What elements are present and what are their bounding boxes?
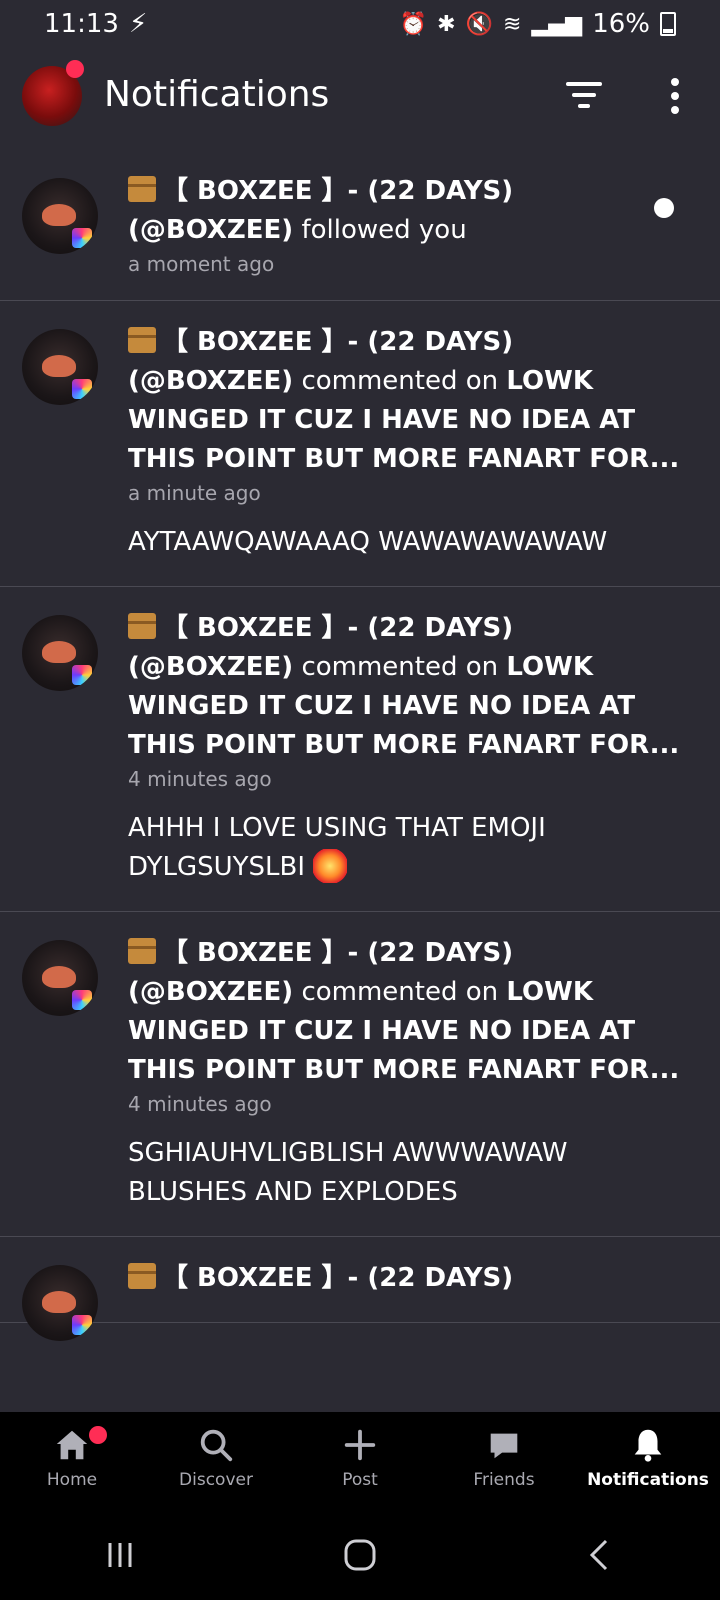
status-bar: 11:13 ⚡ ⏰ ✱ 🔇 ≋ ▂▄▆ 16% (0, 0, 720, 48)
notification-action: commented on (301, 366, 499, 396)
user-name: 【 BOXZEE 】- (22 DAYS) (162, 1263, 514, 1293)
user-name: 【 BOXZEE 】- (22 DAYS) (162, 613, 514, 643)
bell-icon (634, 1429, 662, 1462)
more-options-icon[interactable] (660, 76, 690, 116)
notification-text: 【 BOXZEE 】- (22 DAYS) (@BOXZEE) commente… (128, 934, 680, 1090)
notification-time: 4 minutes ago (128, 1092, 272, 1116)
comment-text: SGHIAUHVLIGBLISH AWWWAWAW BLUSHES AND EX… (128, 1138, 568, 1207)
status-time: 11:13 (44, 9, 119, 39)
unread-indicator (654, 198, 674, 218)
notification-body: 【 BOXZEE 】- (22 DAYS) (@BOXZEE) commente… (128, 934, 680, 1212)
comment-text: AYTAAWQAWAAAQ WAWAWAWAWAW (128, 527, 608, 557)
nav-discover[interactable]: Discover (144, 1412, 288, 1510)
mute-icon: 🔇 (465, 11, 493, 37)
user-badge-icon (72, 228, 92, 248)
notification-text: 【 BOXZEE 】- (22 DAYS) (128, 1259, 680, 1298)
notification-body: 【 BOXZEE 】- (22 DAYS) (@BOXZEE) commente… (128, 609, 680, 887)
user-avatar[interactable] (22, 178, 98, 254)
plus-icon (344, 1429, 376, 1461)
user-handle: (@BOXZEE) (128, 215, 294, 245)
nav-notifications[interactable]: Notifications (576, 1412, 720, 1510)
filter-icon[interactable] (564, 80, 604, 110)
nav-friends-label: Friends (473, 1470, 535, 1490)
notification-time: 4 minutes ago (128, 767, 272, 791)
recent-apps-icon[interactable] (100, 1535, 140, 1575)
notification-action: commented on (301, 977, 499, 1007)
search-icon (200, 1429, 233, 1462)
wifi-icon: ≋ (503, 11, 522, 37)
user-name: 【 BOXZEE 】- (22 DAYS) (162, 327, 514, 357)
user-avatar[interactable] (22, 940, 98, 1016)
bottom-navigation: Home Discover Post Friends Notifications (0, 1412, 720, 1510)
bluetooth-icon: ✱ (437, 11, 456, 37)
notification-action: commented on (301, 652, 499, 682)
bolt-icon: ⚡ (128, 9, 148, 39)
home-button-icon[interactable] (340, 1535, 380, 1575)
nav-friends[interactable]: Friends (432, 1412, 576, 1510)
home-icon (56, 1430, 88, 1460)
package-icon (128, 176, 156, 202)
nav-home[interactable]: Home (0, 1412, 144, 1510)
comment-block: AHHH I LOVE USING THAT EMOJI DYLGSUYSLBI (128, 809, 680, 887)
profile-notification-dot (66, 60, 84, 78)
package-icon (128, 938, 156, 964)
user-handle: (@BOXZEE) (128, 366, 294, 396)
user-badge-icon (72, 665, 92, 685)
user-avatar[interactable] (22, 1265, 98, 1341)
notification-body: 【 BOXZEE 】- (22 DAYS) (@BOXZEE) followed… (128, 172, 680, 276)
status-left: 11:13 ⚡ (44, 9, 147, 39)
notification-item[interactable]: 【 BOXZEE 】- (22 DAYS) (0, 1237, 720, 1341)
app-header: Notifications (0, 58, 720, 138)
user-handle: (@BOXZEE) (128, 977, 294, 1007)
user-badge-icon (72, 990, 92, 1010)
user-badge-icon (72, 1315, 92, 1335)
notification-item[interactable]: 【 BOXZEE 】- (22 DAYS) (@BOXZEE) followed… (0, 150, 720, 301)
page-title: Notifications (104, 74, 330, 115)
notification-item[interactable]: 【 BOXZEE 】- (22 DAYS) (@BOXZEE) commente… (0, 301, 720, 587)
notification-body: 【 BOXZEE 】- (22 DAYS) (@BOXZEE) commente… (128, 323, 680, 562)
user-handle: (@BOXZEE) (128, 652, 294, 682)
home-notification-dot (89, 1426, 107, 1444)
user-name: 【 BOXZEE 】- (22 DAYS) (162, 176, 514, 206)
notification-item[interactable]: 【 BOXZEE 】- (22 DAYS) (@BOXZEE) commente… (0, 912, 720, 1237)
nav-post-label: Post (342, 1470, 378, 1490)
notification-list: 【 BOXZEE 】- (22 DAYS) (@BOXZEE) followed… (0, 150, 720, 1341)
user-name: 【 BOXZEE 】- (22 DAYS) (162, 938, 514, 968)
battery-icon (660, 12, 676, 36)
notification-text: 【 BOXZEE 】- (22 DAYS) (@BOXZEE) followed… (128, 172, 680, 250)
notification-text: 【 BOXZEE 】- (22 DAYS) (@BOXZEE) commente… (128, 323, 680, 479)
notification-time: a moment ago (128, 252, 275, 276)
status-right: ⏰ ✱ 🔇 ≋ ▂▄▆ 16% (400, 9, 676, 39)
signal-icon: ▂▄▆ (531, 11, 583, 37)
back-icon[interactable] (580, 1535, 620, 1575)
nav-post[interactable]: Post (288, 1412, 432, 1510)
notification-action: followed you (301, 215, 467, 245)
notification-body: 【 BOXZEE 】- (22 DAYS) (128, 1259, 680, 1298)
nav-notifications-label: Notifications (587, 1470, 709, 1490)
notification-time: a minute ago (128, 481, 261, 505)
collision-emoji-icon (313, 849, 348, 883)
user-avatar[interactable] (22, 329, 98, 405)
nav-home-label: Home (46, 1470, 98, 1490)
package-icon (128, 327, 156, 353)
nav-discover-label: Discover (179, 1470, 253, 1490)
battery-percent: 16% (592, 9, 650, 39)
user-avatar[interactable] (22, 615, 98, 691)
system-navigation-bar (0, 1510, 720, 1600)
package-icon (128, 1263, 156, 1289)
user-badge-icon (72, 379, 92, 399)
notification-item[interactable]: 【 BOXZEE 】- (22 DAYS) (@BOXZEE) commente… (0, 587, 720, 912)
alarm-icon: ⏰ (399, 11, 428, 37)
package-icon (128, 613, 156, 639)
chat-bubble-icon (490, 1433, 518, 1459)
notification-text: 【 BOXZEE 】- (22 DAYS) (@BOXZEE) commente… (128, 609, 680, 765)
